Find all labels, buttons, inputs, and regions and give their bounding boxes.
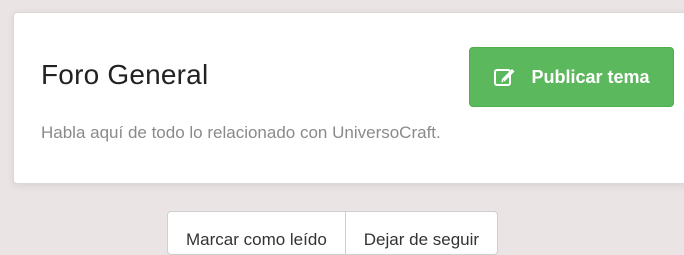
forum-title: Foro General	[41, 59, 209, 90]
publish-topic-label: Publicar tema	[531, 66, 650, 87]
forum-action-group: Marcar como leído Dejar de seguir	[167, 211, 499, 255]
pencil-square-icon	[493, 66, 517, 88]
publish-topic-button[interactable]: Publicar tema	[469, 47, 674, 107]
mark-as-read-button[interactable]: Marcar como leído	[168, 212, 345, 254]
forum-description: Habla aquí de todo lo relacionado con Un…	[41, 123, 441, 142]
unfollow-button[interactable]: Dejar de seguir	[344, 212, 497, 254]
forum-header-card: Foro General Habla aquí de todo lo relac…	[13, 12, 684, 184]
